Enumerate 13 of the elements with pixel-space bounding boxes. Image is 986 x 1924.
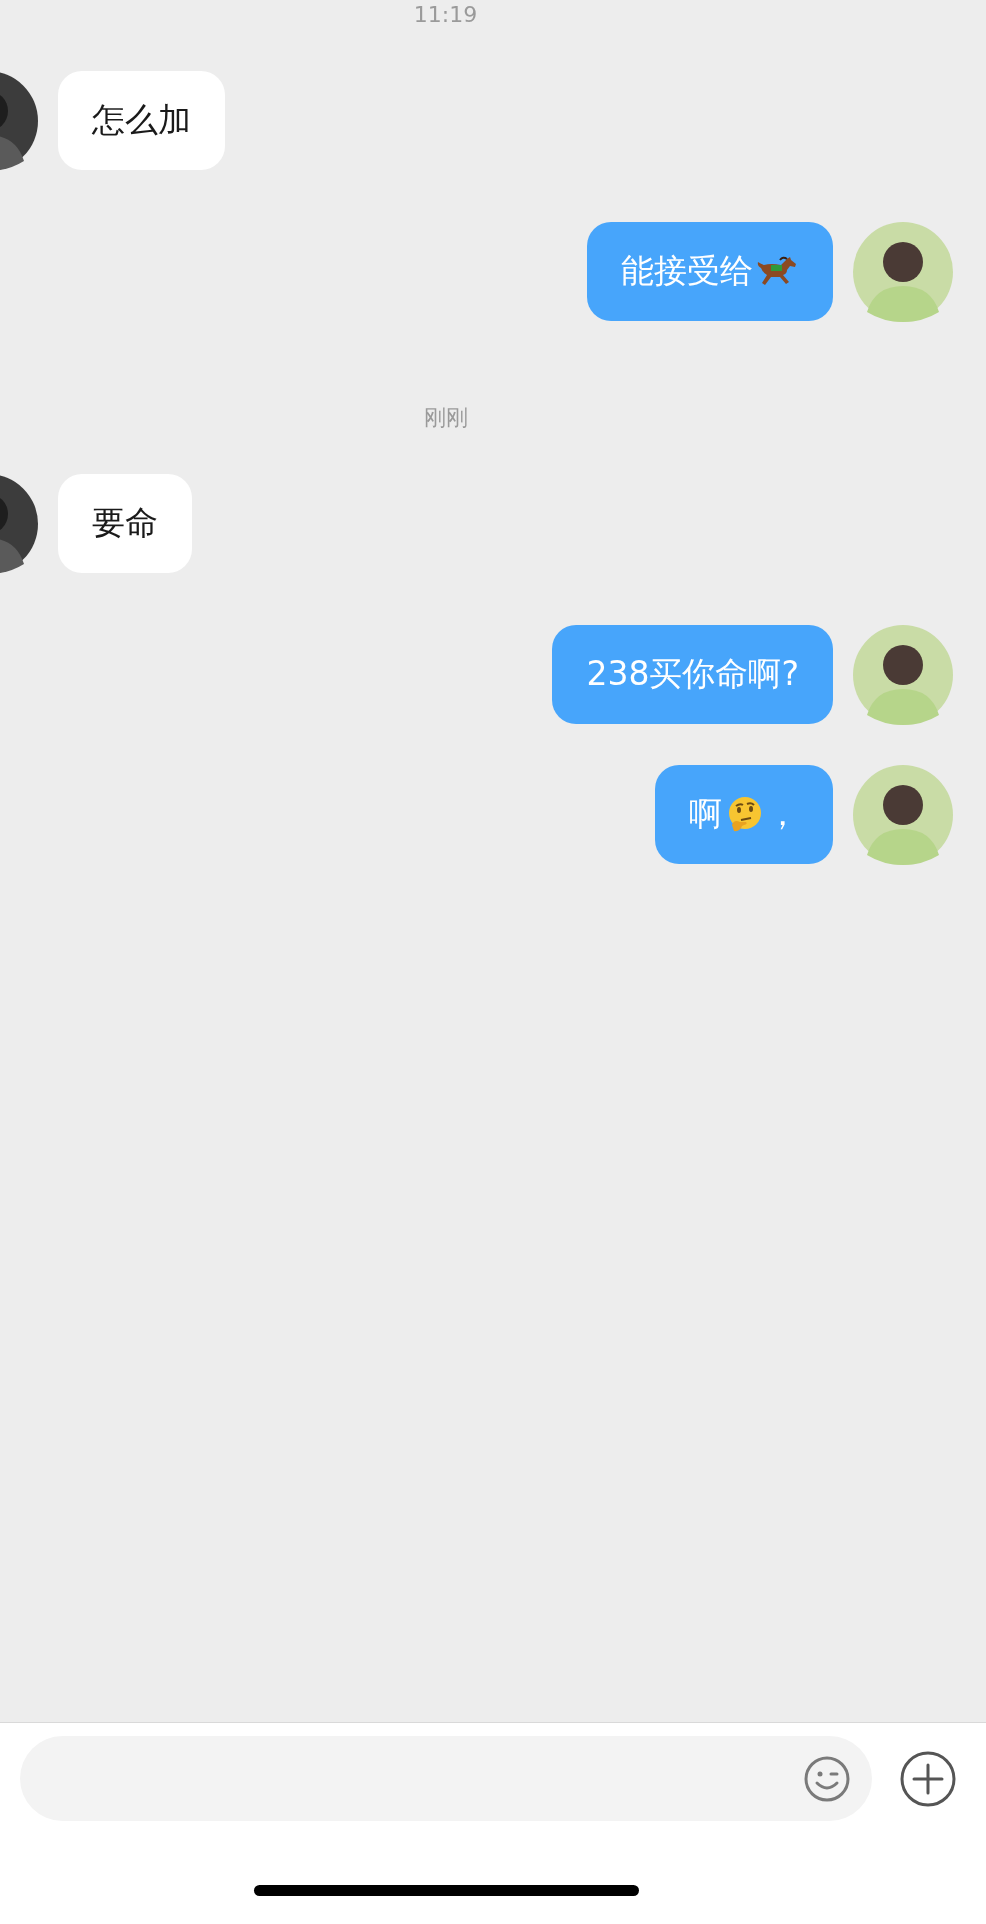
message-text: 怎么加 — [92, 99, 191, 141]
timestamp: 刚刚 — [423, 404, 468, 432]
timestamp: 11:19 — [413, 1, 478, 29]
add-icon[interactable] — [899, 1749, 957, 1808]
avatar[interactable] — [853, 625, 953, 725]
message-text: ， — [766, 793, 799, 835]
avatar[interactable] — [853, 765, 953, 865]
message-text: 啊 — [689, 793, 722, 835]
message-text: 要命 — [92, 502, 158, 544]
message-text: 238买你命啊? — [586, 653, 799, 695]
message-text: 能接受给 — [621, 250, 753, 292]
avatar[interactable] — [853, 222, 953, 322]
emoji-icon[interactable] — [803, 1754, 851, 1803]
